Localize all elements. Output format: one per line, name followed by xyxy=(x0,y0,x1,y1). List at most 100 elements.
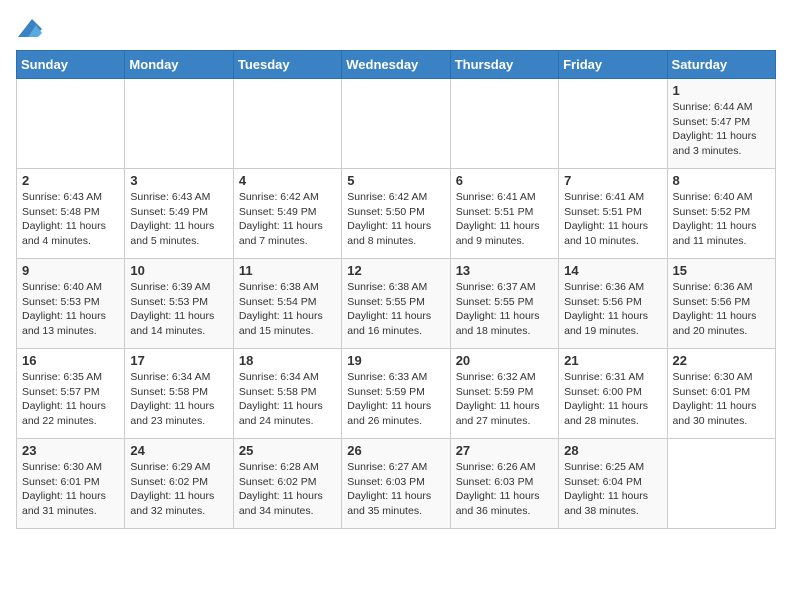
days-header-row: SundayMondayTuesdayWednesdayThursdayFrid… xyxy=(17,51,776,79)
day-cell: 27 Sunrise: 6:26 AM Sunset: 6:03 PM Dayli… xyxy=(450,439,558,529)
day-cell: 1 Sunrise: 6:44 AM Sunset: 5:47 PM Daylig… xyxy=(667,79,775,169)
page-header xyxy=(16,16,776,40)
day-info: Sunrise: 6:34 AM Sunset: 5:58 PM Dayligh… xyxy=(239,370,336,429)
day-cell: 17 Sunrise: 6:34 AM Sunset: 5:58 PM Dayli… xyxy=(125,349,233,439)
day-cell: 15 Sunrise: 6:36 AM Sunset: 5:56 PM Dayli… xyxy=(667,259,775,349)
day-cell: 23 Sunrise: 6:30 AM Sunset: 6:01 PM Dayli… xyxy=(17,439,125,529)
day-number: 21 xyxy=(564,353,661,368)
week-row-5: 23 Sunrise: 6:30 AM Sunset: 6:01 PM Dayli… xyxy=(17,439,776,529)
day-number: 20 xyxy=(456,353,553,368)
day-number: 7 xyxy=(564,173,661,188)
day-number: 16 xyxy=(22,353,119,368)
day-info: Sunrise: 6:33 AM Sunset: 5:59 PM Dayligh… xyxy=(347,370,444,429)
logo-general xyxy=(16,16,42,40)
week-row-2: 2 Sunrise: 6:43 AM Sunset: 5:48 PM Daylig… xyxy=(17,169,776,259)
day-number: 24 xyxy=(130,443,227,458)
day-info: Sunrise: 6:36 AM Sunset: 5:56 PM Dayligh… xyxy=(673,280,770,339)
day-cell: 25Sunrise: 6:28 AM Sunset: 6:02 PM Dayli… xyxy=(233,439,341,529)
day-number: 26 xyxy=(347,443,444,458)
col-header-wednesday: Wednesday xyxy=(342,51,450,79)
day-info: Sunrise: 6:30 AM Sunset: 6:01 PM Dayligh… xyxy=(22,460,119,519)
day-cell: 5 Sunrise: 6:42 AM Sunset: 5:50 PM Daylig… xyxy=(342,169,450,259)
day-cell: 28 Sunrise: 6:25 AM Sunset: 6:04 PM Dayli… xyxy=(559,439,667,529)
day-info: Sunrise: 6:41 AM Sunset: 5:51 PM Dayligh… xyxy=(564,190,661,249)
day-info: Sunrise: 6:29 AM Sunset: 6:02 PM Dayligh… xyxy=(130,460,227,519)
day-number: 15 xyxy=(673,263,770,278)
day-number: 6 xyxy=(456,173,553,188)
day-number: 8 xyxy=(673,173,770,188)
day-number: 14 xyxy=(564,263,661,278)
day-cell: 2 Sunrise: 6:43 AM Sunset: 5:48 PM Daylig… xyxy=(17,169,125,259)
day-info: Sunrise: 6:43 AM Sunset: 5:49 PM Dayligh… xyxy=(130,190,227,249)
day-cell: 13 Sunrise: 6:37 AM Sunset: 5:55 PM Dayli… xyxy=(450,259,558,349)
day-info: Sunrise: 6:34 AM Sunset: 5:58 PM Dayligh… xyxy=(130,370,227,429)
day-cell: 3 Sunrise: 6:43 AM Sunset: 5:49 PM Daylig… xyxy=(125,169,233,259)
day-number: 11 xyxy=(239,263,336,278)
day-info: Sunrise: 6:40 AM Sunset: 5:52 PM Dayligh… xyxy=(673,190,770,249)
day-info: Sunrise: 6:32 AM Sunset: 5:59 PM Dayligh… xyxy=(456,370,553,429)
day-cell: 20 Sunrise: 6:32 AM Sunset: 5:59 PM Dayli… xyxy=(450,349,558,439)
day-number: 18 xyxy=(239,353,336,368)
day-cell xyxy=(450,79,558,169)
calendar-table: SundayMondayTuesdayWednesdayThursdayFrid… xyxy=(16,50,776,529)
day-cell: 14 Sunrise: 6:36 AM Sunset: 5:56 PM Dayli… xyxy=(559,259,667,349)
col-header-tuesday: Tuesday xyxy=(233,51,341,79)
day-cell xyxy=(342,79,450,169)
day-cell: 16 Sunrise: 6:35 AM Sunset: 5:57 PM Dayli… xyxy=(17,349,125,439)
day-cell: 24 Sunrise: 6:29 AM Sunset: 6:02 PM Dayli… xyxy=(125,439,233,529)
day-number: 19 xyxy=(347,353,444,368)
day-cell: 22Sunrise: 6:30 AM Sunset: 6:01 PM Dayli… xyxy=(667,349,775,439)
day-cell: 8 Sunrise: 6:40 AM Sunset: 5:52 PM Daylig… xyxy=(667,169,775,259)
day-number: 1 xyxy=(673,83,770,98)
day-info: Sunrise: 6:30 AM Sunset: 6:01 PM Dayligh… xyxy=(673,370,770,429)
day-cell: 10 Sunrise: 6:39 AM Sunset: 5:53 PM Dayli… xyxy=(125,259,233,349)
day-info: Sunrise: 6:42 AM Sunset: 5:50 PM Dayligh… xyxy=(347,190,444,249)
day-info: Sunrise: 6:28 AM Sunset: 6:02 PM Dayligh… xyxy=(239,460,336,519)
day-number: 5 xyxy=(347,173,444,188)
day-info: Sunrise: 6:36 AM Sunset: 5:56 PM Dayligh… xyxy=(564,280,661,339)
day-number: 28 xyxy=(564,443,661,458)
day-number: 12 xyxy=(347,263,444,278)
day-info: Sunrise: 6:38 AM Sunset: 5:54 PM Dayligh… xyxy=(239,280,336,339)
logo-icon xyxy=(18,16,42,40)
day-number: 10 xyxy=(130,263,227,278)
logo xyxy=(16,16,42,40)
day-cell: 21 Sunrise: 6:31 AM Sunset: 6:00 PM Dayli… xyxy=(559,349,667,439)
day-cell xyxy=(559,79,667,169)
col-header-saturday: Saturday xyxy=(667,51,775,79)
col-header-thursday: Thursday xyxy=(450,51,558,79)
day-number: 17 xyxy=(130,353,227,368)
day-info: Sunrise: 6:41 AM Sunset: 5:51 PM Dayligh… xyxy=(456,190,553,249)
day-info: Sunrise: 6:38 AM Sunset: 5:55 PM Dayligh… xyxy=(347,280,444,339)
day-cell: 18 Sunrise: 6:34 AM Sunset: 5:58 PM Dayli… xyxy=(233,349,341,439)
day-cell xyxy=(17,79,125,169)
day-number: 27 xyxy=(456,443,553,458)
day-info: Sunrise: 6:27 AM Sunset: 6:03 PM Dayligh… xyxy=(347,460,444,519)
day-cell: 7 Sunrise: 6:41 AM Sunset: 5:51 PM Daylig… xyxy=(559,169,667,259)
day-cell xyxy=(125,79,233,169)
day-info: Sunrise: 6:39 AM Sunset: 5:53 PM Dayligh… xyxy=(130,280,227,339)
day-cell xyxy=(667,439,775,529)
week-row-4: 16 Sunrise: 6:35 AM Sunset: 5:57 PM Dayli… xyxy=(17,349,776,439)
day-number: 2 xyxy=(22,173,119,188)
week-row-1: 1 Sunrise: 6:44 AM Sunset: 5:47 PM Daylig… xyxy=(17,79,776,169)
day-info: Sunrise: 6:26 AM Sunset: 6:03 PM Dayligh… xyxy=(456,460,553,519)
day-number: 13 xyxy=(456,263,553,278)
day-number: 3 xyxy=(130,173,227,188)
day-cell: 19 Sunrise: 6:33 AM Sunset: 5:59 PM Dayli… xyxy=(342,349,450,439)
day-info: Sunrise: 6:37 AM Sunset: 5:55 PM Dayligh… xyxy=(456,280,553,339)
day-number: 23 xyxy=(22,443,119,458)
day-info: Sunrise: 6:25 AM Sunset: 6:04 PM Dayligh… xyxy=(564,460,661,519)
day-info: Sunrise: 6:40 AM Sunset: 5:53 PM Dayligh… xyxy=(22,280,119,339)
col-header-friday: Friday xyxy=(559,51,667,79)
day-info: Sunrise: 6:43 AM Sunset: 5:48 PM Dayligh… xyxy=(22,190,119,249)
day-number: 9 xyxy=(22,263,119,278)
col-header-sunday: Sunday xyxy=(17,51,125,79)
day-info: Sunrise: 6:35 AM Sunset: 5:57 PM Dayligh… xyxy=(22,370,119,429)
day-info: Sunrise: 6:42 AM Sunset: 5:49 PM Dayligh… xyxy=(239,190,336,249)
day-cell: 4Sunrise: 6:42 AM Sunset: 5:49 PM Daylig… xyxy=(233,169,341,259)
day-cell: 11 Sunrise: 6:38 AM Sunset: 5:54 PM Dayli… xyxy=(233,259,341,349)
day-cell: 26 Sunrise: 6:27 AM Sunset: 6:03 PM Dayli… xyxy=(342,439,450,529)
day-info: Sunrise: 6:44 AM Sunset: 5:47 PM Dayligh… xyxy=(673,100,770,159)
day-info: Sunrise: 6:31 AM Sunset: 6:00 PM Dayligh… xyxy=(564,370,661,429)
